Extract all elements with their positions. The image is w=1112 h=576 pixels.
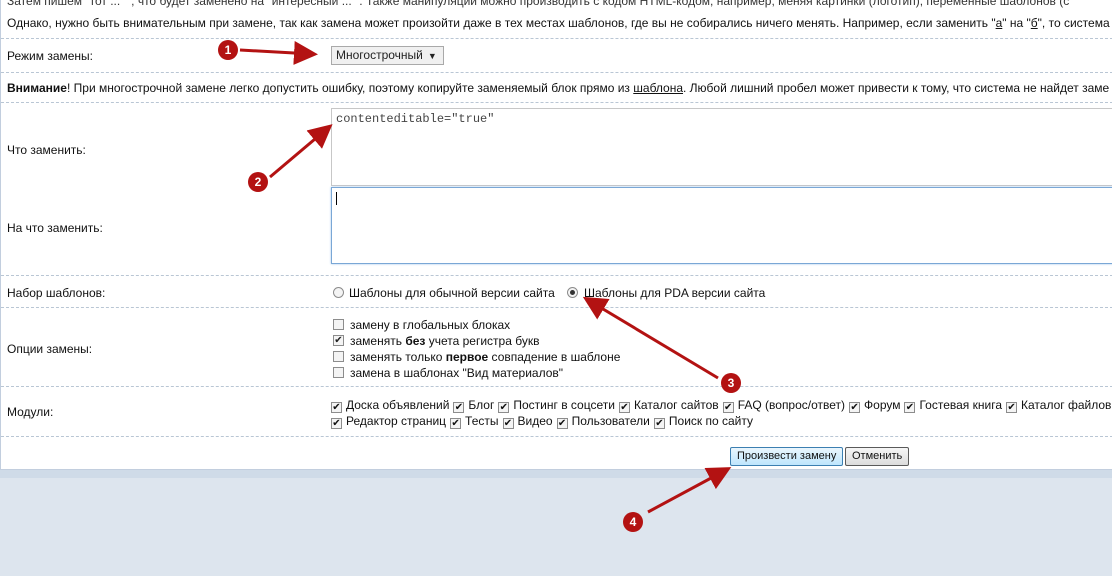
annotation-badge-2: 2	[248, 172, 268, 192]
annotation-arrows	[239, 41, 732, 514]
annotation-badge-3: 3	[721, 373, 741, 393]
arrow-2	[269, 124, 333, 179]
arrow-3	[582, 296, 719, 380]
arrow-4	[647, 467, 732, 514]
annotation-badge-1: 1	[218, 40, 238, 60]
arrow-1	[239, 41, 318, 65]
annotation-badge-4: 4	[623, 512, 643, 532]
